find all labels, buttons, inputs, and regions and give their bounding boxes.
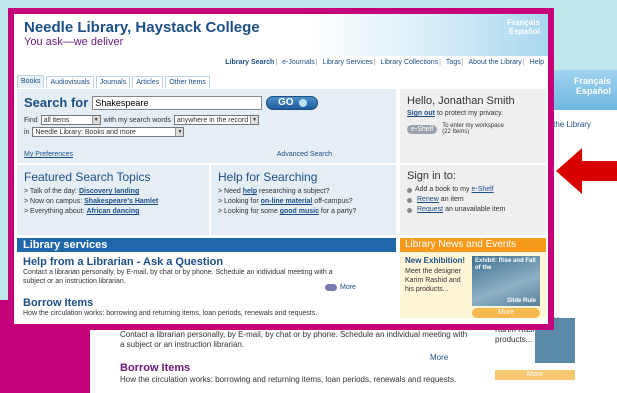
advanced-search-link[interactable]: Advanced Search <box>277 151 332 158</box>
list-item: > Now on campus: Shakespeare's Hamlet <box>24 198 159 205</box>
nav-library-collections[interactable]: Library Collections <box>381 59 439 66</box>
language-switcher: Français Español <box>507 18 540 36</box>
news-more-button[interactable]: More <box>472 308 540 318</box>
background-borrow-heading: Borrow Items <box>120 362 191 374</box>
language-link-spanish[interactable]: Español <box>507 27 540 36</box>
service-title-link[interactable]: Help from a Librarian - Ask a Question <box>23 256 353 268</box>
tab-other-items[interactable]: Other Items <box>165 76 210 88</box>
nav-library-search[interactable]: Library Search <box>225 59 274 66</box>
signin-link[interactable]: Request <box>417 205 443 215</box>
language-link-french[interactable]: Français <box>507 18 540 27</box>
background-service-text: Contact a librarian personally, by E-mai… <box>120 330 468 349</box>
news-description: Meet the designer Karim Rashid and his p… <box>405 268 462 293</box>
my-preferences-link[interactable]: My Preferences <box>24 151 73 158</box>
user-panel: Hello, Jonathan Smith Sign out to protec… <box>400 89 546 163</box>
with-words-label: with my search words <box>103 116 171 124</box>
library-homepage: Needle Library, Haystack College You ask… <box>14 14 548 324</box>
service-description: Contact a librarian personally, by E-mai… <box>23 269 333 285</box>
scope-select[interactable]: anywhere in the record ▼ <box>173 115 260 125</box>
nav-help[interactable]: Help <box>530 59 544 66</box>
site-header: Needle Library, Haystack College You ask… <box>14 14 548 56</box>
background-more-link: More <box>430 353 449 362</box>
eshelf-button[interactable]: e-Shelf <box>407 124 438 134</box>
red-arrow-icon <box>556 148 617 194</box>
tab-journals[interactable]: Journals <box>95 76 131 88</box>
collection-select[interactable]: Needle Library: Books and more ▼ <box>32 127 185 137</box>
item-type-select[interactable]: all items ▼ <box>40 115 101 125</box>
list-item: Request an unavailable item <box>407 205 539 215</box>
site-tagline: You ask—we deliver <box>24 36 124 48</box>
tab-articles[interactable]: Articles <box>132 76 164 88</box>
topic-link[interactable]: Discovery landing <box>79 188 139 195</box>
news-events-header: Library News and Events <box>400 238 546 252</box>
top-navigation: Library Search| e-Journals| Library Serv… <box>14 56 548 70</box>
service-item: Help from a Librarian - Ask a Question C… <box>23 256 353 286</box>
search-panel: Search for GO Find all items▼ with my se… <box>17 89 396 163</box>
list-item: > Everything about: African dancing <box>24 208 140 215</box>
arrow-button-icon <box>325 284 337 291</box>
bullet-icon <box>407 197 412 203</box>
go-button[interactable]: GO <box>266 95 319 110</box>
dropdown-icon: ▼ <box>175 128 184 136</box>
topic-link[interactable]: Shakespeare's Hamlet <box>84 198 158 205</box>
nav-library-services[interactable]: Library Services <box>323 59 373 66</box>
list-item: > Need help researching a subject? <box>218 188 330 195</box>
service-description: How the circulation works: borrowing and… <box>23 310 318 317</box>
help-searching-panel: Help for Searching > Need help researchi… <box>211 165 396 235</box>
list-item: Add a book to my e-Shelf <box>407 185 539 195</box>
find-label: Find <box>24 116 38 124</box>
highlight-frame: Needle Library, Haystack College You ask… <box>8 8 554 330</box>
in-label: in <box>24 128 30 136</box>
bullet-icon <box>407 207 412 213</box>
nav-tags[interactable]: Tags <box>446 59 461 66</box>
bullet-icon <box>407 187 412 193</box>
help-link[interactable]: on-line material <box>261 198 313 205</box>
dropdown-icon: ▼ <box>91 116 100 124</box>
list-item: > Talk of the day: Discovery landing <box>24 188 140 195</box>
more-link[interactable]: More <box>325 284 356 291</box>
service-title-link[interactable]: Borrow Items <box>23 297 353 309</box>
list-item: > Looking for on-line material off-campu… <box>218 198 353 205</box>
nav-about[interactable]: About the Library <box>469 59 522 66</box>
featured-topics-panel: Featured Search Topics > Talk of the day… <box>17 165 209 235</box>
tab-books[interactable]: Books <box>17 75 45 88</box>
background-borrow-text: How the circulation works: borrowing and… <box>120 375 457 384</box>
eshelf-description: To enter my workspace (22 Items) <box>442 123 504 135</box>
nav-e-journals[interactable]: e-Journals <box>282 59 315 66</box>
list-item: > Looking for some good music for a part… <box>218 208 357 215</box>
help-link[interactable]: good music <box>280 208 319 215</box>
arrow-circle-icon <box>298 98 307 107</box>
sign-in-panel: Sign in to: Add a book to my e-Shelf Ren… <box>400 165 546 235</box>
site-title: Needle Library, Haystack College <box>24 19 260 36</box>
help-searching-title: Help for Searching <box>218 170 318 184</box>
exhibit-image[interactable]: Exhibit: Rise and Fall of the Slide Rule <box>472 256 540 306</box>
service-item: Borrow Items How the circulation works: … <box>23 297 353 318</box>
sign-in-title: Sign in to: <box>407 170 456 182</box>
featured-topics-title: Featured Search Topics <box>24 170 151 184</box>
list-item: Renew an item <box>407 195 539 205</box>
tab-audiovisuals[interactable]: Audiovisuals <box>46 76 94 88</box>
signin-link[interactable]: Renew <box>417 195 439 205</box>
library-services-header: Library services <box>17 238 396 252</box>
dropdown-icon: ▼ <box>250 116 259 124</box>
background-language-links: Français Español <box>573 76 611 96</box>
topic-link[interactable]: African dancing <box>86 208 139 215</box>
search-input[interactable] <box>92 95 263 110</box>
background-news-more: More <box>495 370 575 380</box>
user-greeting: Hello, Jonathan Smith <box>407 95 515 107</box>
sign-out-link[interactable]: Sign out <box>407 110 435 117</box>
signin-link[interactable]: e-Shelf <box>471 185 493 195</box>
help-link[interactable]: help <box>243 188 257 195</box>
search-tabs: Books Audiovisuals Journals Articles Oth… <box>14 72 548 88</box>
search-label: Search for <box>24 95 89 110</box>
news-panel: New Exhibition! Meet the designer Karim … <box>400 252 546 318</box>
